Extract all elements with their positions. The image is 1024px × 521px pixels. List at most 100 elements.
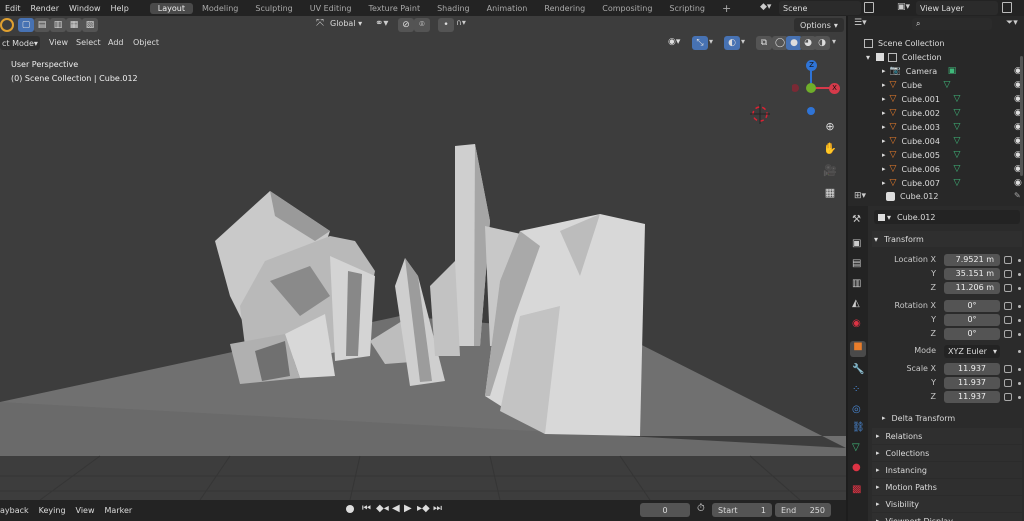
rotation-mode-dropdown[interactable]: XYZ Euler ▾ xyxy=(944,345,1000,358)
constraints-tab-icon[interactable]: ⛓ xyxy=(852,422,865,433)
keyframe-dot-icon[interactable] xyxy=(1018,333,1021,336)
menu-view[interactable]: View xyxy=(44,37,73,48)
lock-icon[interactable] xyxy=(1004,379,1012,387)
zoom-icon[interactable]: ⊕ xyxy=(822,120,838,136)
keyframe-dot-icon[interactable] xyxy=(1018,319,1021,322)
transform-section-header[interactable]: ▾ Transform xyxy=(872,231,1022,247)
menu-view-timeline[interactable]: View xyxy=(71,505,100,516)
select-extend-icon[interactable]: ▤ xyxy=(34,18,50,32)
keyframe-dot-icon[interactable] xyxy=(1018,273,1021,276)
location-y-field[interactable]: 35.151 m xyxy=(944,268,1000,280)
overlays-toggle-icon[interactable]: ◐ xyxy=(724,36,740,50)
keyframe-dot-icon[interactable] xyxy=(1018,396,1021,399)
menu-keying[interactable]: Keying xyxy=(34,505,71,516)
menu-add[interactable]: Add xyxy=(103,37,129,48)
proportional-edit-icon[interactable]: • xyxy=(438,18,454,32)
current-frame-field[interactable]: 0 xyxy=(640,503,690,517)
texture-tab-icon[interactable]: ▩ xyxy=(852,484,861,495)
outliner-item[interactable]: ▸ ▽ Cube.006 ▽ ◉ xyxy=(848,162,1024,176)
camera-view-icon[interactable]: 🎥 xyxy=(822,164,838,180)
gizmo-toggle-icon[interactable]: ⤡ xyxy=(692,36,708,50)
expand-right-icon[interactable]: ▸ xyxy=(882,95,886,103)
tab-modeling[interactable]: Modeling xyxy=(194,3,246,14)
menu-render[interactable]: Render xyxy=(26,4,64,13)
3d-viewport[interactable]: ▢ ▤ ▥ ▦ ▧ ⤧ Global ▾ ⚭▾ ⊘ ⌾ • ∩▾ Options… xyxy=(0,16,846,500)
section-motion-paths[interactable]: ▸ Motion Paths xyxy=(872,479,1022,495)
next-keyframe-icon[interactable]: ▸◆ xyxy=(417,503,430,514)
lock-icon[interactable] xyxy=(1004,316,1012,324)
scale-z-field[interactable]: 11.937 xyxy=(944,391,1000,403)
view-layer-selector[interactable]: View Layer xyxy=(916,1,998,15)
gizmo-x-axis[interactable]: X xyxy=(829,83,840,94)
outliner-item[interactable]: ▸ ▽ Cube.007 ▽ ◉ xyxy=(848,176,1024,188)
add-workspace-button[interactable]: + xyxy=(714,1,739,16)
mesh-data-icon[interactable]: ▽ xyxy=(953,122,960,132)
keyframe-dot-icon[interactable] xyxy=(1018,287,1021,290)
editor-type-icon[interactable] xyxy=(0,18,14,32)
rendered-shading-icon[interactable]: ◑ xyxy=(814,36,830,50)
new-view-layer-icon[interactable] xyxy=(1002,2,1012,13)
tab-layout[interactable]: Layout xyxy=(149,2,193,14)
section-visibility[interactable]: ▸ Visibility xyxy=(872,496,1022,512)
mesh-data-icon[interactable]: ▽ xyxy=(953,178,960,188)
section-relations[interactable]: ▸ Relations xyxy=(872,428,1022,444)
scene-selector[interactable]: Scene xyxy=(779,1,861,15)
expand-down-icon[interactable]: ▾ xyxy=(866,53,870,62)
outliner-scrollbar[interactable] xyxy=(1020,56,1023,176)
tab-uv-editing[interactable]: UV Editing xyxy=(302,3,360,14)
tab-compositing[interactable]: Compositing xyxy=(594,3,660,14)
tab-texture-paint[interactable]: Texture Paint xyxy=(360,3,428,14)
snap-icon[interactable]: ⊘ xyxy=(398,18,414,32)
location-z-field[interactable]: 11.206 m xyxy=(944,282,1000,294)
hand-pan-icon[interactable]: ✋ xyxy=(822,142,838,158)
pin-icon[interactable]: ✎ xyxy=(1014,191,1021,200)
expand-right-icon[interactable]: ▸ xyxy=(882,151,886,159)
keyframe-dot-icon[interactable] xyxy=(1018,368,1021,371)
mesh-data-icon[interactable]: ▽ xyxy=(953,108,960,118)
orientation-dropdown[interactable]: Global ▾ xyxy=(330,19,362,28)
record-icon[interactable] xyxy=(346,505,354,513)
jump-end-icon[interactable]: ⏭ xyxy=(433,503,442,514)
lock-icon[interactable] xyxy=(1004,284,1012,292)
menu-help[interactable]: Help xyxy=(106,4,134,13)
mesh-data-icon[interactable]: ▽ xyxy=(943,80,950,90)
visibility-icon[interactable]: ◉▾ xyxy=(668,37,680,47)
tool-tab-icon[interactable]: ⚒ xyxy=(852,214,861,225)
scene-icon[interactable]: ◆▾ xyxy=(760,2,776,14)
keyframe-dot-icon[interactable] xyxy=(1018,382,1021,385)
lock-icon[interactable] xyxy=(1004,330,1012,338)
menu-marker[interactable]: Marker xyxy=(100,505,138,516)
expand-right-icon[interactable]: ▸ xyxy=(882,137,886,145)
location-x-field[interactable]: 7.9521 m xyxy=(944,254,1000,266)
select-box-icon[interactable]: ▢ xyxy=(18,18,34,32)
prev-keyframe-icon[interactable]: ◆◂ xyxy=(376,503,389,514)
snap-target-icon[interactable]: ⌾ xyxy=(414,18,430,32)
mode-selector[interactable]: ct Mode ▾ xyxy=(0,36,40,50)
outliner-item[interactable]: ▸ ▽ Cube.004 ▽ ◉ xyxy=(848,134,1024,148)
end-frame-field[interactable]: End 250 xyxy=(775,503,831,517)
outliner-item[interactable]: ▸ ▽ Cube.003 ▽ ◉ xyxy=(848,120,1024,134)
tab-rendering[interactable]: Rendering xyxy=(536,3,593,14)
section-instancing[interactable]: ▸ Instancing xyxy=(872,462,1022,478)
new-scene-icon[interactable] xyxy=(864,2,874,13)
outliner-scene-collection[interactable]: Scene Collection xyxy=(848,36,1024,50)
rotation-z-field[interactable]: 0° xyxy=(944,328,1000,340)
mesh-data-icon[interactable]: ▽ xyxy=(953,164,960,174)
tab-animation[interactable]: Animation xyxy=(479,3,536,14)
play-reverse-icon[interactable]: ◀ xyxy=(392,503,400,514)
outliner-item[interactable]: ▸ ▽ Cube.001 ▽ ◉ xyxy=(848,92,1024,106)
keyframe-dot-icon[interactable] xyxy=(1018,350,1021,353)
menu-object[interactable]: Object xyxy=(128,37,164,48)
expand-right-icon[interactable]: ▸ xyxy=(882,109,886,117)
render-tab-icon[interactable]: ▣ xyxy=(852,238,861,249)
lock-icon[interactable] xyxy=(1004,393,1012,401)
menu-select[interactable]: Select xyxy=(71,37,106,48)
lock-icon[interactable] xyxy=(1004,365,1012,373)
play-icon[interactable]: ▶ xyxy=(404,503,412,514)
outliner-collection[interactable]: ▾ Collection xyxy=(848,50,1024,64)
expand-right-icon[interactable]: ▸ xyxy=(882,179,886,187)
gizmo-dropdown-icon[interactable]: ▾ xyxy=(709,37,713,46)
select-subtract-icon[interactable]: ▥ xyxy=(50,18,66,32)
menu-playback[interactable]: ayback xyxy=(0,505,34,516)
falloff-icon[interactable]: ∩▾ xyxy=(456,18,466,27)
